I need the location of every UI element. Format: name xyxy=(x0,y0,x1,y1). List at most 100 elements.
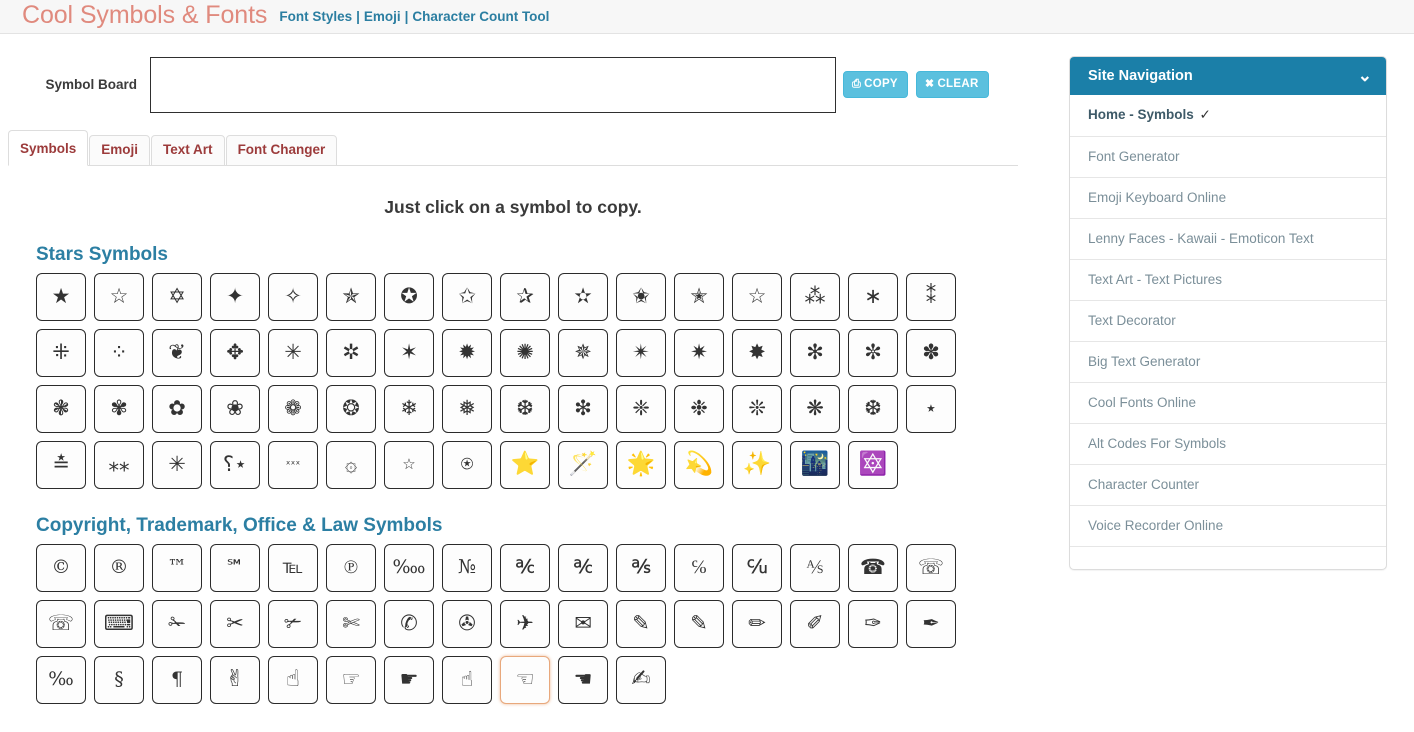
symbol-cell-open-centre-teardrop-spoked-asterisk[interactable]: ✼ xyxy=(848,328,898,377)
symbol-cell-lower-right-pencil[interactable]: ✎ xyxy=(616,599,666,648)
sidebar-item-character-counter[interactable]: Character Counter xyxy=(1070,464,1386,505)
symbol-cell-balloon-spoked-asterisk[interactable]: ❉ xyxy=(674,384,724,433)
sidebar-item-home-symbols[interactable]: Home - Symbols ✓ xyxy=(1070,95,1386,136)
symbol-cell-white-four-pointed-star[interactable]: ✧ xyxy=(268,272,318,321)
symbol-cell-eight-pointed-pinwheel-star[interactable]: ✵ xyxy=(558,328,608,377)
symbol-cell-dotted-cross[interactable]: ⁜ xyxy=(36,328,86,377)
symbol-cell-sparkle[interactable]: ❇ xyxy=(558,384,608,433)
symbol-cell-addressed-to-the-subject[interactable]: ℁ xyxy=(616,543,666,592)
symbol-cell-snowflake[interactable]: ❄ xyxy=(384,384,434,433)
symbol-cell-teardrop-spoked-asterisk[interactable]: ✻ xyxy=(790,328,840,377)
symbol-cell-cada-una[interactable]: ℆ xyxy=(732,543,782,592)
symbol-cell-index-pointing-up-emoji[interactable]: ☝ xyxy=(268,655,318,704)
symbol-cell-white-star[interactable]: ☆ xyxy=(94,272,144,321)
symbol-cell-star-equals[interactable]: ≛ xyxy=(36,440,86,489)
sidebar-item-voice-recorder-online[interactable]: Voice Recorder Online xyxy=(1070,505,1386,546)
symbol-cell-night-with-stars-emoji[interactable]: 🌃 xyxy=(790,440,840,489)
sidebar-item-font-generator[interactable]: Font Generator xyxy=(1070,136,1386,177)
symbol-cell-sparkles-emoji[interactable]: ✨ xyxy=(732,440,782,489)
symbol-cell-star-operator[interactable]: ⋆ xyxy=(906,384,956,433)
symbol-cell-aktieselskab[interactable]: ⅍ xyxy=(790,543,840,592)
symbol-cell-stress-outlined-white-star[interactable]: ✩ xyxy=(442,272,492,321)
symbol-cell-heavy-chevron-snowflake[interactable]: ❆ xyxy=(500,384,550,433)
symbol-cell-victory-hand-emoji[interactable]: ✌ xyxy=(210,655,260,704)
symbol-cell-floral-heart[interactable]: ❦ xyxy=(152,328,202,377)
header-link-emoji[interactable]: Emoji xyxy=(364,9,401,24)
symbol-cell-writing-hand-emoji[interactable]: ✍ xyxy=(616,655,666,704)
symbol-cell-eight-teardrop-spoked-propeller-asterisk[interactable]: ❊ xyxy=(732,384,782,433)
symbol-cell-per-mille-sign[interactable]: ‰ xyxy=(36,655,86,704)
symbol-cell-two-asterisks-aligned-vertically[interactable]: ⁑ xyxy=(906,272,956,321)
symbol-cell-eight-pointed-black-star[interactable]: ✴ xyxy=(616,328,666,377)
symbol-cell-open-centre-asterisk[interactable]: ✲ xyxy=(326,328,376,377)
symbol-cell-black-telephone[interactable]: ☏ xyxy=(906,543,956,592)
header-link-character-count-tool[interactable]: Character Count Tool xyxy=(412,9,549,24)
symbol-cell-black-nib[interactable]: ✒ xyxy=(906,599,956,648)
symbol-cell-telephone-location-sign[interactable]: ✆ xyxy=(384,599,434,648)
symbol-cell-black-star[interactable]: ★ xyxy=(36,272,86,321)
symbol-cell-star-cluster-small[interactable]: ⸮⋆ xyxy=(210,440,260,489)
symbol-cell-telephone-sign[interactable]: ℡ xyxy=(268,543,318,592)
symbol-cell-superscript-x-star-art[interactable]: ˣˣˣ xyxy=(268,440,318,489)
symbol-cell-copyright-sign[interactable]: © xyxy=(36,543,86,592)
symbol-cell-white-right-pointing-index[interactable]: ☞ xyxy=(326,655,376,704)
symbol-cell-open-centre-black-star[interactable]: ✫ xyxy=(558,272,608,321)
symbol-cell-pencil-symbol[interactable]: ✎ xyxy=(674,599,724,648)
symbol-cell-white-left-pointing-index[interactable]: ☜ xyxy=(500,655,550,704)
symbol-cell-six-petalled-black-and-white-florette[interactable]: ✾ xyxy=(94,384,144,433)
symbol-cell-per-ten-thousand-sign[interactable]: ‱ xyxy=(384,543,434,592)
sidebar-item-alt-codes-for-symbols[interactable]: Alt Codes For Symbols xyxy=(1070,423,1386,464)
symbol-cell-upper-blade-scissors[interactable]: ✁ xyxy=(152,599,202,648)
symbol-cell-heavy-eight-teardrop-spoked-propeller-asterisk[interactable]: ❋ xyxy=(790,384,840,433)
symbol-cell-headphones-symbol[interactable]: ☎ xyxy=(848,543,898,592)
symbol-cell-heavy-chevron-snowflake-2[interactable]: ❆ xyxy=(848,384,898,433)
symbol-cell-airplane-symbol[interactable]: ✈ xyxy=(500,599,550,648)
symbol-cell-eight-spoked-asterisk[interactable]: ✳ xyxy=(268,328,318,377)
symbol-cell-tape-drive[interactable]: ✇ xyxy=(442,599,492,648)
header-link-font-styles[interactable]: Font Styles xyxy=(279,9,352,24)
symbol-cell-care-of[interactable]: ℅ xyxy=(674,543,724,592)
symbol-cell-white-scissors[interactable]: ✄ xyxy=(326,599,376,648)
symbol-cell-account-of-2[interactable]: ℀ xyxy=(558,543,608,592)
symbol-cell-section-sign[interactable]: § xyxy=(94,655,144,704)
tab-symbols[interactable]: Symbols xyxy=(8,130,89,166)
sidebar-item-text-decorator[interactable]: Text Decorator xyxy=(1070,300,1386,341)
symbol-cell-glowing-star-emoji[interactable]: 🌟 xyxy=(616,440,666,489)
symbol-cell-lower-blade-scissors[interactable]: ✃ xyxy=(268,599,318,648)
symbol-cell-twelve-pointed-black-star[interactable]: ✹ xyxy=(442,328,492,377)
symbol-cell-keyboard-symbol[interactable]: ⌨ xyxy=(94,599,144,648)
chevron-down-icon[interactable]: ⌄ xyxy=(1358,67,1372,84)
symbol-cell-asterisk-operator[interactable]: ∗ xyxy=(848,272,898,321)
symbol-cell-heavy-teardrop-spoked-pinwheel-asterisk[interactable]: ❃ xyxy=(36,384,86,433)
symbol-cell-shadowed-white-star[interactable]: ✰ xyxy=(500,272,550,321)
sidebar-item-text-art-text-pictures[interactable]: Text Art - Text Pictures xyxy=(1070,259,1386,300)
sidebar-item-emoji-keyboard-online[interactable]: Emoji Keyboard Online xyxy=(1070,177,1386,218)
symbol-cell-eight-petalled-outlined-black-florette[interactable]: ❁ xyxy=(268,384,318,433)
symbol-cell-white-nib[interactable]: ✑ xyxy=(848,599,898,648)
symbol-cell-tight-trifoliate-snowflake[interactable]: ❅ xyxy=(442,384,492,433)
symbol-cell-four-dot-punctuation[interactable]: ⁘ xyxy=(94,328,144,377)
symbol-cell-black-left-pointing-index[interactable]: ☚ xyxy=(558,655,608,704)
symbol-cell-sound-recording-copyright[interactable]: ℗ xyxy=(326,543,376,592)
symbol-cell-apl-functional-symbol-circle-star[interactable]: ⍟ xyxy=(442,440,492,489)
sidebar-item-big-text-generator[interactable]: Big Text Generator xyxy=(1070,341,1386,382)
symbol-cell-sixteen-pointed-asterisk[interactable]: ✺ xyxy=(500,328,550,377)
symbol-cell-six-pointed-star-emoji[interactable]: 🔯 xyxy=(848,440,898,489)
symbol-board-input[interactable] xyxy=(150,56,836,113)
symbol-cell-magic-wand-emoji[interactable]: 🪄 xyxy=(558,440,608,489)
symbol-cell-numero-sign[interactable]: № xyxy=(442,543,492,592)
copy-button[interactable]: ⎙ COPY xyxy=(843,70,908,99)
clear-button[interactable]: ✖ CLEAR xyxy=(915,70,989,99)
symbol-cell-double-low-asterisk[interactable]: ⁎⁎ xyxy=(94,440,144,489)
symbol-cell-pinwheel-star[interactable]: ✯ xyxy=(326,272,376,321)
symbol-cell-heavy-teardrop-spoked-asterisk[interactable]: ✽ xyxy=(906,328,956,377)
symbol-cell-heavy-eight-pointed-rectilinear-black-star[interactable]: ✸ xyxy=(732,328,782,377)
tab-emoji[interactable]: Emoji xyxy=(89,135,151,166)
sidebar-item-cool-fonts-online[interactable]: Cool Fonts Online xyxy=(1070,382,1386,423)
symbol-cell-black-scissors[interactable]: ✂ xyxy=(210,599,260,648)
symbol-cell-circled-open-centre-eight-pointed-star[interactable]: ❂ xyxy=(326,384,376,433)
tab-text-art[interactable]: Text Art xyxy=(151,135,225,166)
symbol-cell-white-telephone[interactable]: ☏ xyxy=(36,599,86,648)
symbol-cell-white-star-outline[interactable]: ☆ xyxy=(732,272,782,321)
symbol-cell-eight-spoked-asterisk-2[interactable]: ✳ xyxy=(152,440,202,489)
